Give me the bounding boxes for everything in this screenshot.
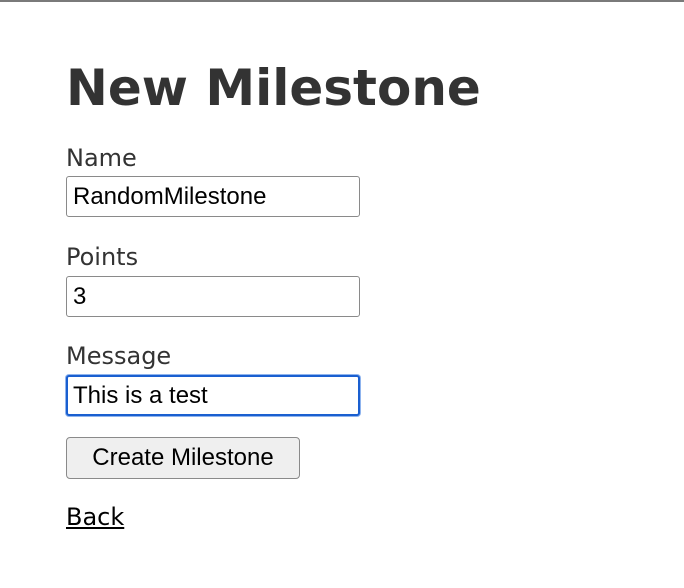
back-link[interactable]: Back xyxy=(66,502,124,532)
points-input[interactable] xyxy=(66,276,360,317)
name-input[interactable] xyxy=(66,176,360,217)
message-label: Message xyxy=(66,342,172,370)
page-title: New Milestone xyxy=(66,59,481,117)
top-divider xyxy=(0,0,684,2)
name-label: Name xyxy=(66,144,137,172)
message-input[interactable] xyxy=(66,375,360,416)
points-label: Points xyxy=(66,243,139,271)
create-milestone-button[interactable]: Create Milestone xyxy=(66,437,300,479)
